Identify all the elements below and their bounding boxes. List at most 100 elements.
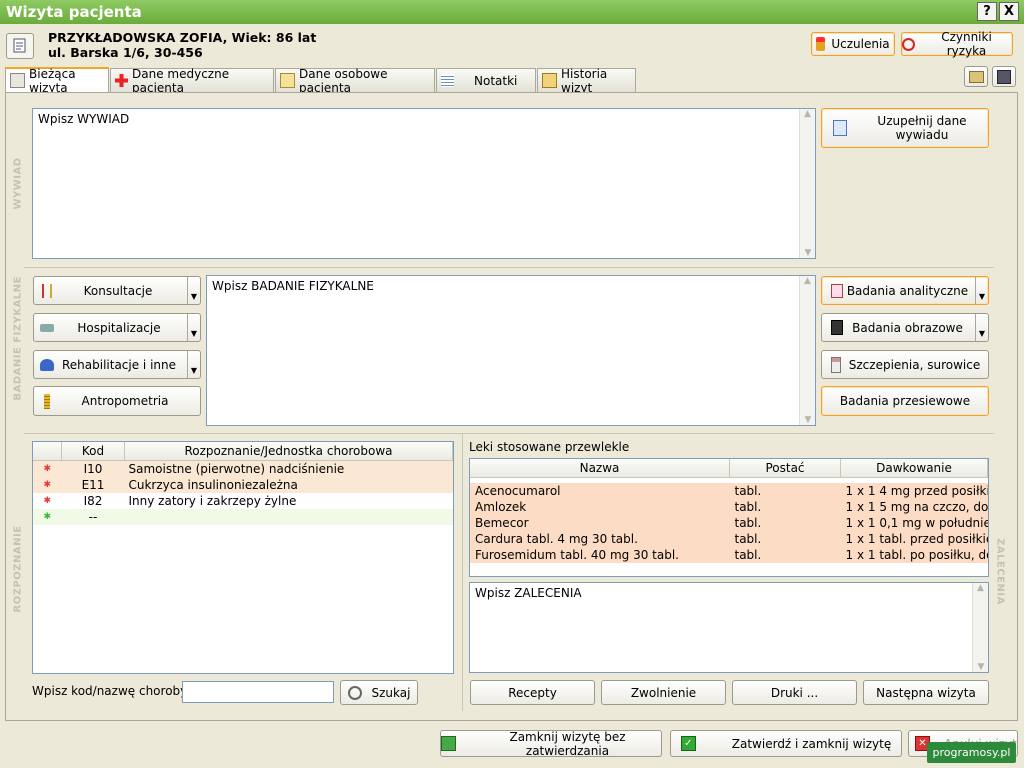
diagnosis-section-label: ROZPOZNANIE	[12, 525, 24, 613]
table-row[interactable]: Furosemidum tabl. 40 mg 30 tabl. tabl. 1 x…	[470, 547, 988, 563]
meds-title: Leki stosowane przewlekle	[469, 440, 630, 454]
recommendations-scrollbar[interactable]: ▲ ▼	[972, 583, 988, 672]
table-row[interactable]: Cardura tabl. 4 mg 30 tabl. tabl. 1 x 1 ta…	[470, 531, 988, 547]
interview-scrollbar[interactable]: ▲ ▼	[799, 109, 815, 258]
history-icon	[542, 73, 557, 88]
scroll-up-icon: ▲	[804, 276, 811, 286]
close-visit-icon	[441, 736, 456, 751]
tab-current-visit[interactable]: Bieżąca wizyta	[5, 66, 109, 95]
divider	[24, 433, 994, 434]
diagnosis-grid: Kod Rozpoznanie/Jednostka chorobowa ✱ I1…	[33, 442, 453, 525]
med-dosage: 1 x 1 5 mg na czczo, dou:	[840, 499, 988, 515]
open-folder-button[interactable]	[964, 66, 988, 87]
prescriptions-button[interactable]: Recepty	[470, 680, 595, 705]
risk-factors-button[interactable]: Czynniki ryzyka	[901, 30, 1013, 58]
lab-tests-button[interactable]: Badania analityczne ▼	[821, 276, 989, 305]
table-row-new[interactable]: ✱ --	[33, 509, 453, 525]
meds-table: Nazwa Postać Dawkowanie Acenocumarol tabl…	[469, 458, 989, 577]
chevron-down-icon: ▼	[187, 277, 200, 304]
help-button[interactable]: ?	[977, 2, 997, 21]
complete-interview-button[interactable]: Uzupełnij dane wywiadu	[821, 108, 989, 148]
red-star-icon: ✱	[33, 460, 62, 477]
table-row[interactable]: Bemecor tabl. 1 x 1 0,1 mg w południe,	[470, 515, 988, 531]
save-icon	[997, 69, 1011, 84]
close-without-confirm-label: Zamknij wizytę bez zatwierdzania	[509, 729, 626, 758]
close-without-confirm-button[interactable]: Zamknij wizytę bez zatwierdzania	[440, 729, 662, 758]
green-star-icon: ✱	[33, 509, 62, 525]
vertical-divider	[462, 434, 463, 711]
diagnosis-name	[124, 509, 453, 525]
risk-factors-label: Czynniki ryzyka	[941, 30, 992, 58]
confirm-and-close-button[interactable]: ✓ Zatwierdź i zamknij wizytę	[670, 730, 902, 757]
patient-card-icon[interactable]	[6, 33, 34, 59]
visit-icon	[10, 73, 25, 88]
tab-label: Notatki	[474, 73, 518, 88]
red-star-icon: ✱	[43, 496, 52, 506]
med-form: tabl.	[729, 483, 841, 499]
med-dosage: 1 x 1 tabl. po posiłku, dou	[840, 547, 988, 563]
allergy-icon	[816, 37, 826, 51]
med-form: tabl.	[729, 531, 841, 547]
close-window-button[interactable]: X	[999, 2, 1019, 21]
table-row[interactable]: ✱ E11 Cukrzyca insulinoniezależna	[33, 477, 453, 493]
table-row[interactable]: Amlozek tabl. 1 x 1 5 mg na czczo, dou:	[470, 499, 988, 515]
column-header-name[interactable]: Nazwa	[470, 459, 730, 478]
column-header-code[interactable]: Kod	[61, 442, 125, 461]
table-row[interactable]: ✱ I82 Inny zatory i zakrzepy żylne	[33, 493, 453, 509]
tab-personal-data[interactable]: Dane osobowe pacjenta	[275, 67, 435, 95]
exam-text: Wpisz BADANIE FIZYKALNE	[212, 279, 374, 293]
scroll-up-icon: ▲	[977, 583, 984, 593]
med-form: tabl.	[729, 515, 841, 531]
tab-notes[interactable]: Notatki	[436, 68, 536, 92]
window-title: Wizyta pacjenta	[6, 3, 142, 21]
allergies-button[interactable]: Uczulenia	[811, 32, 895, 56]
consultations-button[interactable]: Konsultacje ▼	[33, 276, 201, 305]
interview-textarea[interactable]: Wpisz WYWIAD ▲ ▼	[32, 108, 816, 259]
vial-icon	[831, 356, 841, 373]
tab-medical-data[interactable]: Dane medyczne pacjenta	[110, 66, 274, 95]
med-name: Furosemidum tabl. 40 mg 30 tabl.	[470, 547, 730, 563]
med-name: Acenocumarol	[470, 483, 730, 499]
table-row[interactable]: Acenocumarol tabl. 1 x 1 4 mg przed posiłk…	[470, 483, 988, 499]
rehabilitation-button[interactable]: Rehabilitacje i inne ▼	[33, 350, 201, 379]
tab-visit-history[interactable]: Historia wizyt	[537, 67, 636, 95]
exam-scrollbar[interactable]: ▲ ▼	[799, 276, 815, 425]
forms-button[interactable]: Druki ...	[732, 680, 857, 705]
recommendations-textarea[interactable]: Wpisz ZALECENIA ▲ ▼	[469, 582, 989, 673]
table-row[interactable]: ✱ I10 Samoistne (pierwotne) nadciśnienie	[33, 460, 453, 477]
diagnosis-code: I82	[83, 494, 103, 508]
hospitalizations-button[interactable]: Hospitalizacje ▼	[33, 313, 201, 342]
bed-icon	[40, 323, 54, 332]
interview-text: Wpisz WYWIAD	[38, 112, 130, 126]
anthropometry-button[interactable]: Antropometria	[33, 386, 201, 416]
sick-leave-button[interactable]: Zwolnienie	[601, 680, 726, 705]
column-header-form[interactable]: Postać	[729, 459, 841, 478]
diagnosis-search-label: Wpisz kod/nazwę choroby:	[32, 684, 191, 698]
imaging-tests-button[interactable]: Badania obrazowe ▼	[821, 313, 989, 342]
tab-label: Dane medyczne pacjenta	[132, 66, 230, 95]
column-header-dosage[interactable]: Dawkowanie	[840, 459, 988, 478]
vaccinations-button[interactable]: Szczepienia, surowice	[821, 350, 989, 379]
document-icon	[280, 73, 295, 88]
diagnosis-name: Inny zatory i zakrzepy żylne	[128, 494, 297, 508]
screening-tests-label: Badania przesiewowe	[839, 394, 971, 408]
diagnosis-code: --	[61, 509, 125, 525]
exam-textarea[interactable]: Wpisz BADANIE FIZYKALNE ▲ ▼	[206, 275, 816, 426]
tab-label: Bieżąca wizyta	[29, 66, 76, 95]
next-visit-button[interactable]: Następna wizyta	[863, 680, 989, 705]
med-form: tabl.	[729, 547, 841, 563]
diagnosis-code: I10	[61, 460, 125, 477]
med-form: tabl.	[729, 499, 841, 515]
red-star-icon: ✱	[33, 477, 62, 493]
diagnosis-code: E11	[61, 477, 125, 493]
search-button[interactable]: Szukaj	[340, 680, 418, 705]
diagnosis-search-input[interactable]	[182, 681, 334, 703]
rehabilitation-icon	[40, 358, 54, 371]
allergies-label: Uczulenia	[831, 37, 890, 51]
recommendations-text: Wpisz ZALECENIA	[475, 586, 582, 600]
column-header-diagnosis[interactable]: Rozpoznanie/Jednostka chorobowa	[124, 442, 453, 461]
save-button[interactable]	[992, 66, 1016, 87]
folder-icon	[968, 70, 984, 83]
hospitalizations-label: Hospitalizacje	[77, 320, 161, 335]
screening-tests-button[interactable]: Badania przesiewowe	[821, 386, 989, 416]
